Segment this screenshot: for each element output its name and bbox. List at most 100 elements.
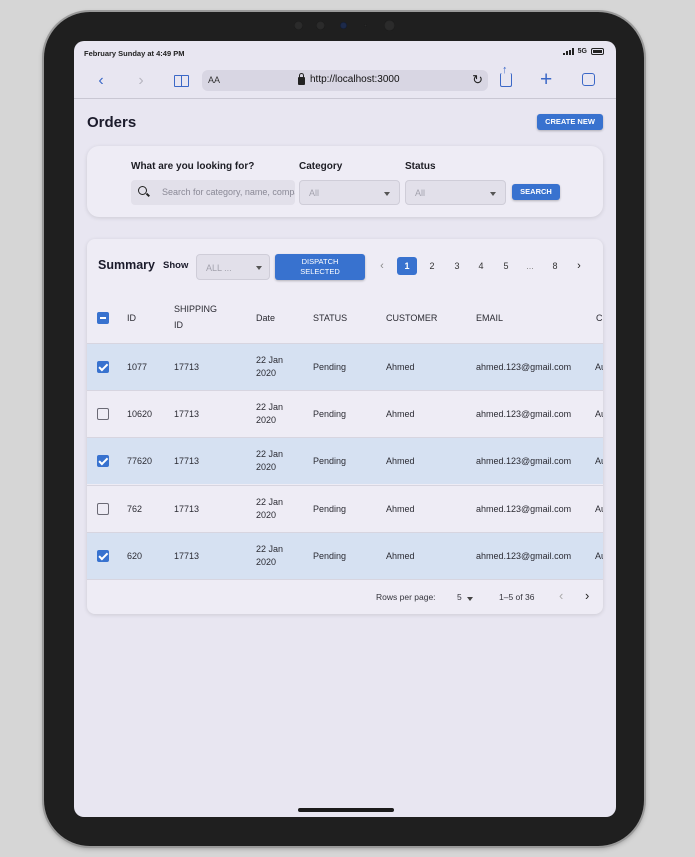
cell-shipping-id: 17713 [174, 362, 200, 372]
summary-title: Summary [98, 258, 155, 272]
address-bar[interactable]: AA http://localhost:3000 ↻ [202, 70, 488, 91]
cell-status: Pending [313, 550, 347, 561]
table-row[interactable]: 10620 17713 22 Jan 2020 Pending Ahmed ahmed.12… [87, 390, 603, 437]
create-new-button[interactable]: CREATE NEW [537, 114, 603, 130]
status-time: February Sunday at 4:49 PM [84, 49, 185, 58]
dispatch-label-line1: DISPATCH [301, 257, 339, 266]
column-header-shipping-id[interactable]: SHIPPING ID [174, 301, 217, 333]
column-header-id[interactable]: ID [127, 310, 136, 326]
cell-more: Au [595, 362, 603, 372]
filter-card: What are you looking for? Category Statu… [87, 146, 603, 217]
cell-status: Pending [313, 503, 347, 514]
rows-per-page-label: Rows per page: [376, 592, 436, 602]
category-label: Category [299, 161, 343, 172]
search-icon [138, 186, 147, 195]
status-select[interactable]: All [405, 180, 506, 205]
pagination-ellipsis: ... [526, 261, 534, 271]
table-row[interactable]: 77620 17713 22 Jan 2020 Pending Ahmed ahmed.12… [87, 437, 603, 485]
pagination-range: 1–5 of 36 [499, 592, 535, 602]
status-value: All [415, 188, 426, 198]
cell-date: 22 Jan 2020 [256, 449, 284, 473]
cell-shipping-id: 17713 [174, 409, 200, 420]
bookmarks-icon[interactable] [174, 75, 189, 87]
column-header-status[interactable]: STATUS [313, 310, 347, 326]
pagination-prev-button[interactable]: ‹ [374, 257, 390, 275]
pagination-page-3[interactable]: 3 [448, 257, 466, 275]
cell-customer: Ahmed [386, 362, 415, 372]
show-select[interactable]: ALL ... [196, 254, 270, 280]
cell-customer: Ahmed [386, 550, 415, 561]
status-bar: February Sunday at 4:49 PM 5G [74, 41, 616, 63]
cell-shipping-id: 17713 [174, 503, 200, 514]
table-row[interactable]: 620 17713 22 Jan 2020 Pending Ahmed ahmed.123@… [87, 531, 603, 579]
text-size-button[interactable]: AA [208, 75, 220, 85]
signal-icon [562, 48, 574, 55]
cell-id: 1077 [127, 362, 148, 372]
dispatch-label-line2: SELECTED [300, 267, 340, 276]
cell-customer: Ahmed [386, 456, 415, 467]
share-icon[interactable] [500, 64, 512, 87]
camera-bar [294, 18, 404, 32]
cell-id: 620 [127, 550, 143, 561]
search-input[interactable]: Search for category, name, company, etc [131, 180, 295, 205]
cell-status: Pending [313, 362, 347, 372]
pagination-next-button[interactable]: › [571, 257, 587, 275]
column-header-email[interactable]: EMAIL [476, 310, 503, 326]
column-header-customer[interactable]: CUSTOMER [386, 310, 437, 326]
pagination-page-4[interactable]: 4 [472, 257, 490, 275]
cell-more: Au [595, 456, 603, 467]
lock-icon [298, 72, 305, 85]
rows-per-page-select[interactable]: 5 [455, 590, 477, 604]
status-label: Status [405, 161, 436, 172]
new-tab-icon[interactable]: + [540, 68, 552, 92]
table-footer: Rows per page: 5 1–5 of 36 ‹ › [87, 579, 603, 614]
chevron-down-icon [490, 192, 496, 196]
show-value: ALL ... [206, 263, 232, 273]
sensor-dot [364, 24, 367, 27]
cell-id: 10620 [127, 409, 153, 420]
select-all-checkbox[interactable] [97, 312, 109, 324]
pagination-page-8[interactable]: 8 [546, 257, 564, 275]
table-row[interactable]: 1077 17713 22 Jan 2020 Pending Ahmed ahmed.123… [87, 343, 603, 390]
cell-customer: Ahmed [386, 503, 415, 514]
category-value: All [309, 188, 320, 198]
cell-email: ahmed.123@gmail.com [476, 362, 572, 372]
row-checkbox[interactable] [97, 502, 109, 515]
cell-more: Au [595, 550, 603, 561]
sensor-dot [384, 20, 395, 31]
summary-card: Summary Show ALL ... DISPATCH SELECTED ‹… [87, 239, 603, 614]
table-row[interactable]: 762 17713 22 Jan 2020 Pending Ahmed ahmed.123@… [87, 484, 603, 532]
pagination-page-1[interactable]: 1 [397, 257, 417, 275]
footer-next-page-button[interactable]: › [585, 588, 589, 603]
cell-shipping-id: 17713 [174, 550, 200, 561]
tabs-overview-icon[interactable] [578, 69, 595, 86]
row-checkbox[interactable] [97, 455, 109, 468]
reload-icon[interactable]: ↻ [472, 72, 483, 88]
footer-prev-page-button[interactable]: ‹ [559, 588, 563, 603]
row-checkbox[interactable] [97, 549, 109, 562]
status-indicators: 5G [562, 48, 604, 55]
row-checkbox[interactable] [97, 408, 109, 421]
cell-customer: Ahmed [386, 409, 415, 420]
column-header-more[interactable]: C [596, 310, 603, 326]
cell-id: 77620 [127, 456, 153, 467]
category-select[interactable]: All [299, 180, 400, 205]
screen: February Sunday at 4:49 PM 5G ‹ › AA htt… [74, 41, 616, 817]
show-label: Show [163, 260, 189, 271]
sensor-dot [316, 21, 325, 30]
cell-email: ahmed.123@gmail.com [476, 409, 572, 420]
cell-email: ahmed.123@gmail.com [476, 550, 572, 561]
search-button[interactable]: SEARCH [512, 184, 560, 200]
pagination-page-2[interactable]: 2 [423, 257, 441, 275]
pagination-page-5[interactable]: 5 [497, 257, 515, 275]
forward-icon[interactable]: › [132, 72, 150, 90]
row-checkbox[interactable] [97, 361, 109, 373]
table-header: ID SHIPPING ID Date STATUS CUSTOMER EMAIL… [87, 295, 603, 343]
cell-shipping-id: 17713 [174, 456, 200, 467]
column-header-date[interactable]: Date [256, 310, 275, 326]
home-indicator[interactable] [298, 808, 394, 812]
cell-id: 762 [127, 503, 143, 514]
dispatch-selected-button[interactable]: DISPATCH SELECTED [275, 254, 365, 280]
back-icon[interactable]: ‹ [92, 72, 110, 90]
rows-per-page-value: 5 [457, 592, 462, 602]
